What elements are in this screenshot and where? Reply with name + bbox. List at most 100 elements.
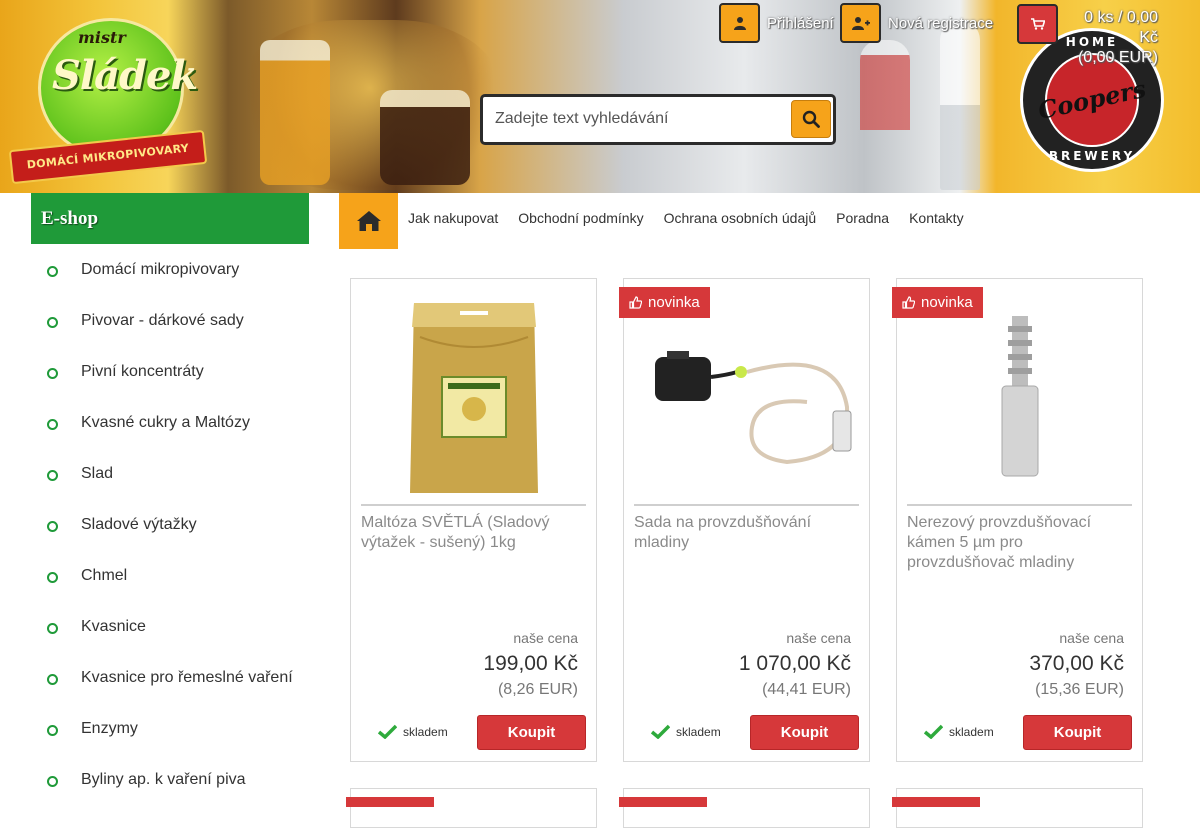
product-card: novinka Nerezový provzdušňovací kámen 5 … <box>892 278 1143 762</box>
buy-button[interactable]: Koupit <box>477 715 586 750</box>
card-separator <box>907 504 1132 506</box>
home-button[interactable] <box>339 193 398 249</box>
nav-poradna[interactable]: Poradna <box>826 193 899 243</box>
coopers-logo-bottom-text: BREWERY <box>1048 149 1136 163</box>
badge-stub <box>892 797 980 807</box>
cart-icon <box>1030 18 1045 30</box>
sidebar-item-kvasnice-remeslne[interactable]: Kvasnice pro řemeslné vaření <box>31 652 309 703</box>
logo-top-text: mistr <box>78 28 126 47</box>
malt-bag-image <box>409 302 538 493</box>
aeration-kit-image <box>654 350 851 464</box>
sidebar-item-kvasnice[interactable]: Kvasnice <box>31 601 309 652</box>
sidebar-item-kvasne-cukry[interactable]: Kvasné cukry a Maltózy <box>31 397 309 448</box>
register-link[interactable]: Nová registrace <box>888 15 993 32</box>
product-card: Maltóza SVĚTLÁ (Sladový výtažek - sušený… <box>350 278 597 762</box>
circle-bullet-icon <box>47 470 58 481</box>
product-card-next-row <box>619 788 870 828</box>
price-label: naše cena <box>513 630 578 646</box>
circle-bullet-icon <box>47 674 58 685</box>
check-icon <box>924 724 943 739</box>
check-icon <box>651 724 670 739</box>
header-banner: mistr Sládek DOMÁCÍ MIKROPIVOVARY HOME C… <box>0 0 1200 193</box>
sidebar-item-label: Kvasnice <box>81 618 146 635</box>
cart-summary[interactable]: 0 ks / 0,00 Kč (0,00 EUR) <box>1062 8 1158 68</box>
product-title[interactable]: Maltóza SVĚTLÁ (Sladový výtažek - sušený… <box>361 513 586 553</box>
sidebar-item-label: Enzymy <box>81 720 138 737</box>
circle-bullet-icon <box>47 368 58 379</box>
search-input[interactable] <box>486 100 786 138</box>
check-icon <box>378 724 397 739</box>
home-icon <box>356 211 381 231</box>
product-price-eur: (15,36 EUR) <box>1035 681 1124 698</box>
sidebar-item-domaci-mikropivovary[interactable]: Domácí mikropivovary <box>31 244 309 295</box>
cart-count-price: 0 ks / 0,00 Kč <box>1084 9 1158 46</box>
login-button[interactable] <box>719 3 760 43</box>
product-price: 1 070,00 Kč <box>738 652 851 675</box>
card-separator <box>361 504 586 506</box>
sidebar-item-label: Byliny ap. k vaření piva <box>81 771 246 788</box>
user-icon <box>733 17 746 30</box>
sidebar-item-label: Pivní koncentráty <box>81 363 204 380</box>
product-card-next-row <box>892 788 1143 828</box>
sidebar-item-sladove-vytazky[interactable]: Sladové výtažky <box>31 499 309 550</box>
badge-stub <box>346 797 434 807</box>
card-separator <box>634 504 859 506</box>
product-card-next-row <box>346 788 597 828</box>
sidebar-item-chmel[interactable]: Chmel <box>31 550 309 601</box>
nav-jak-nakupovat[interactable]: Jak nakupovat <box>398 193 508 243</box>
sidebar-item-label: Pivovar - dárkové sady <box>81 312 244 329</box>
steel-stone-image <box>1001 315 1038 476</box>
stock-label: skladem <box>403 724 448 739</box>
nav-ochrana-udaju[interactable]: Ochrana osobních údajů <box>654 193 827 243</box>
banner-cocktail-glass <box>860 40 910 190</box>
search-icon <box>802 110 820 128</box>
cart-price-eur: (0,00 EUR) <box>1077 49 1158 66</box>
sidebar-item-pivovar-darkove-sady[interactable]: Pivovar - dárkové sady <box>31 295 309 346</box>
buy-button[interactable]: Koupit <box>1023 715 1132 750</box>
buy-button[interactable]: Koupit <box>750 715 859 750</box>
circle-bullet-icon <box>47 725 58 736</box>
sidebar-item-label: Kvasnice pro řemeslné vaření <box>81 669 293 686</box>
sidebar-item-label: Slad <box>81 465 114 482</box>
banner-dark-beer-glass <box>380 90 470 185</box>
product-image-sada-provzdusnovani[interactable] <box>634 289 859 504</box>
product-price-eur: (8,26 EUR) <box>497 681 578 698</box>
logo-main-text: Sládek <box>52 52 198 99</box>
product-price: 199,00 Kč <box>483 652 578 675</box>
stock-status: skladem <box>924 724 994 739</box>
stock-status: skladem <box>651 724 721 739</box>
nav-kontakty[interactable]: Kontakty <box>899 193 973 243</box>
sidebar-heading: E-shop <box>31 193 309 244</box>
cart-button[interactable] <box>1017 4 1058 44</box>
price-label: naše cena <box>786 630 851 646</box>
price-label: naše cena <box>1059 630 1124 646</box>
search-button[interactable] <box>791 100 831 138</box>
product-image-maltoza[interactable] <box>361 289 586 504</box>
sidebar-item-enzymy[interactable]: Enzymy <box>31 703 309 754</box>
sidebar-item-label: Kvasné cukry a Maltózy <box>81 414 250 431</box>
circle-bullet-icon <box>47 572 58 583</box>
circle-bullet-icon <box>47 266 58 277</box>
nav-obchodni-podminky[interactable]: Obchodní podmínky <box>508 193 653 243</box>
product-title[interactable]: Sada na provzdušňování mladiny <box>634 513 859 553</box>
stock-label: skladem <box>949 724 994 739</box>
circle-bullet-icon <box>47 419 58 430</box>
badge-stub <box>619 797 707 807</box>
sidebar-item-slad[interactable]: Slad <box>31 448 309 499</box>
site-logo[interactable]: mistr Sládek DOMÁCÍ MIKROPIVOVARY <box>8 12 208 185</box>
circle-bullet-icon <box>47 623 58 634</box>
circle-bullet-icon <box>47 776 58 787</box>
sidebar-item-byliny[interactable]: Byliny ap. k vaření piva <box>31 754 309 805</box>
register-button[interactable] <box>840 3 881 43</box>
sidebar-item-label: Sladové výtažky <box>81 516 197 533</box>
product-price-eur: (44,41 EUR) <box>762 681 851 698</box>
login-link[interactable]: Přihlášení <box>767 15 834 32</box>
sidebar-item-label: Domácí mikropivovary <box>81 261 240 278</box>
circle-bullet-icon <box>47 317 58 328</box>
product-image-nerezovy-kamen[interactable] <box>907 289 1132 504</box>
banner-martini-glass <box>940 20 980 190</box>
sidebar-item-pivni-koncentraty[interactable]: Pivní koncentráty <box>31 346 309 397</box>
top-navigation: Jak nakupovat Obchodní podmínky Ochrana … <box>339 193 974 249</box>
product-title[interactable]: Nerezový provzdušňovací kámen 5 µm pro p… <box>907 513 1132 573</box>
category-sidebar: E-shop Domácí mikropivovary Pivovar - dá… <box>31 193 309 805</box>
